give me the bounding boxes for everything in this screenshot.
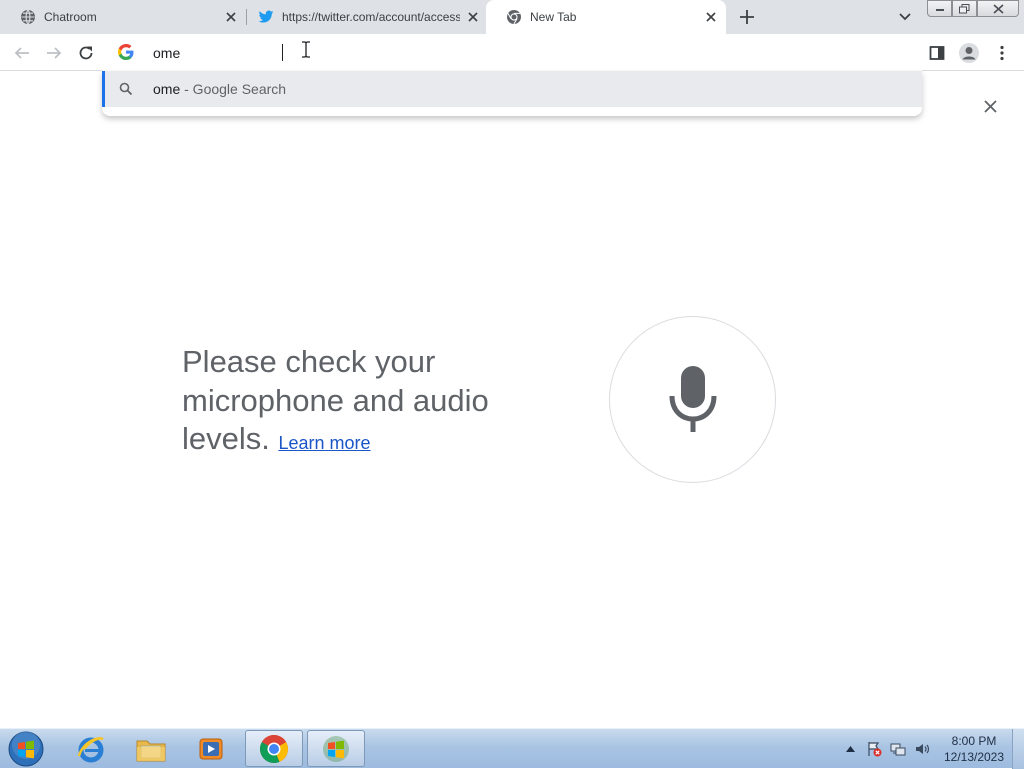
system-tray	[838, 729, 934, 769]
text-caret	[282, 44, 283, 61]
media-player-icon	[199, 738, 223, 759]
clock-time: 8:00 PM	[951, 734, 997, 748]
chevron-down-icon	[899, 13, 911, 21]
google-g-icon	[118, 44, 134, 60]
plus-icon	[740, 10, 754, 24]
window-close-button[interactable]	[977, 0, 1019, 17]
more-vert-icon	[1000, 45, 1004, 61]
search-icon	[119, 82, 133, 96]
start-button[interactable]	[6, 731, 46, 767]
taskbar: 8:00 PM 12/13/2023	[0, 728, 1024, 769]
windows-start-orb-icon	[8, 731, 44, 767]
suggestion-description: - Google Search	[180, 81, 287, 97]
taskbar-windows-explorer[interactable]	[122, 730, 180, 767]
ibeam-cursor-icon	[301, 41, 311, 58]
twitter-bird-icon	[258, 9, 274, 25]
tab-twitter[interactable]: https://twitter.com/account/access	[238, 0, 488, 34]
system-clock[interactable]: 8:00 PM 12/13/2023	[936, 733, 1012, 765]
omnibox-dropdown: ome - Google Search	[102, 71, 922, 116]
chevron-up-icon	[845, 746, 855, 752]
tab-title: https://twitter.com/account/access	[282, 10, 460, 24]
suggestion-item[interactable]: ome - Google Search	[102, 71, 922, 107]
avatar-icon	[959, 43, 979, 63]
close-icon[interactable]	[702, 8, 720, 26]
omnibox-input[interactable]: ome	[153, 45, 180, 61]
menu-button[interactable]	[989, 40, 1015, 66]
minimize-icon	[935, 8, 944, 11]
tab-title: New Tab	[530, 10, 577, 24]
internet-explorer-icon	[77, 736, 104, 762]
close-icon	[992, 3, 1004, 14]
suggestion-query: ome	[153, 81, 181, 97]
action-center-icon[interactable]	[862, 737, 886, 761]
selection-indicator	[102, 71, 105, 107]
reload-icon	[79, 46, 93, 60]
show-desktop-button[interactable]	[1012, 729, 1024, 769]
restore-icon	[959, 3, 970, 13]
reload-button[interactable]	[73, 40, 99, 66]
microphone-icon	[669, 365, 716, 432]
tab-search-button[interactable]	[894, 6, 916, 28]
clock-date: 12/13/2023	[943, 750, 1005, 764]
side-panel-icon	[929, 46, 945, 60]
chrome-icon	[260, 734, 288, 763]
new-tab-button[interactable]	[736, 6, 758, 28]
folder-icon	[136, 740, 166, 761]
minimize-button[interactable]	[927, 0, 952, 17]
tab-title: Chatroom	[44, 10, 97, 24]
windows-logo-icon	[323, 735, 349, 762]
side-panel-button[interactable]	[924, 40, 950, 66]
tab-strip: Chatroom https://twitter.com/account/acc…	[0, 0, 1024, 34]
taskbar-internet-explorer[interactable]	[62, 730, 120, 767]
globe-icon	[20, 9, 36, 25]
omnibox[interactable]: ome	[102, 35, 922, 71]
voice-search-message: Please check your microphone and audio l…	[182, 343, 562, 463]
back-button[interactable]	[9, 40, 35, 66]
chrome-icon	[506, 9, 522, 25]
close-icon	[983, 99, 997, 113]
volume-icon[interactable]	[910, 737, 934, 761]
arrow-left-icon	[14, 47, 29, 59]
taskbar-media-player[interactable]	[182, 730, 240, 767]
close-icon[interactable]	[464, 8, 482, 26]
profile-button[interactable]	[956, 40, 982, 66]
restore-button[interactable]	[952, 0, 977, 17]
learn-more-link[interactable]: Learn more	[279, 433, 371, 453]
show-hidden-icons-button[interactable]	[838, 737, 862, 761]
voice-search-close-button[interactable]	[980, 96, 1000, 116]
network-icon[interactable]	[886, 737, 910, 761]
tab-new-tab[interactable]: New Tab	[486, 0, 726, 34]
taskbar-google-chrome[interactable]	[245, 730, 303, 767]
microphone-button[interactable]	[609, 316, 776, 483]
taskbar-windows-app[interactable]	[307, 730, 365, 767]
window-controls	[927, 0, 1019, 18]
tab-chatroom[interactable]: Chatroom	[0, 0, 246, 34]
suggestion-text: ome - Google Search	[153, 81, 286, 97]
forward-button[interactable]	[41, 40, 67, 66]
arrow-right-icon	[47, 47, 62, 59]
